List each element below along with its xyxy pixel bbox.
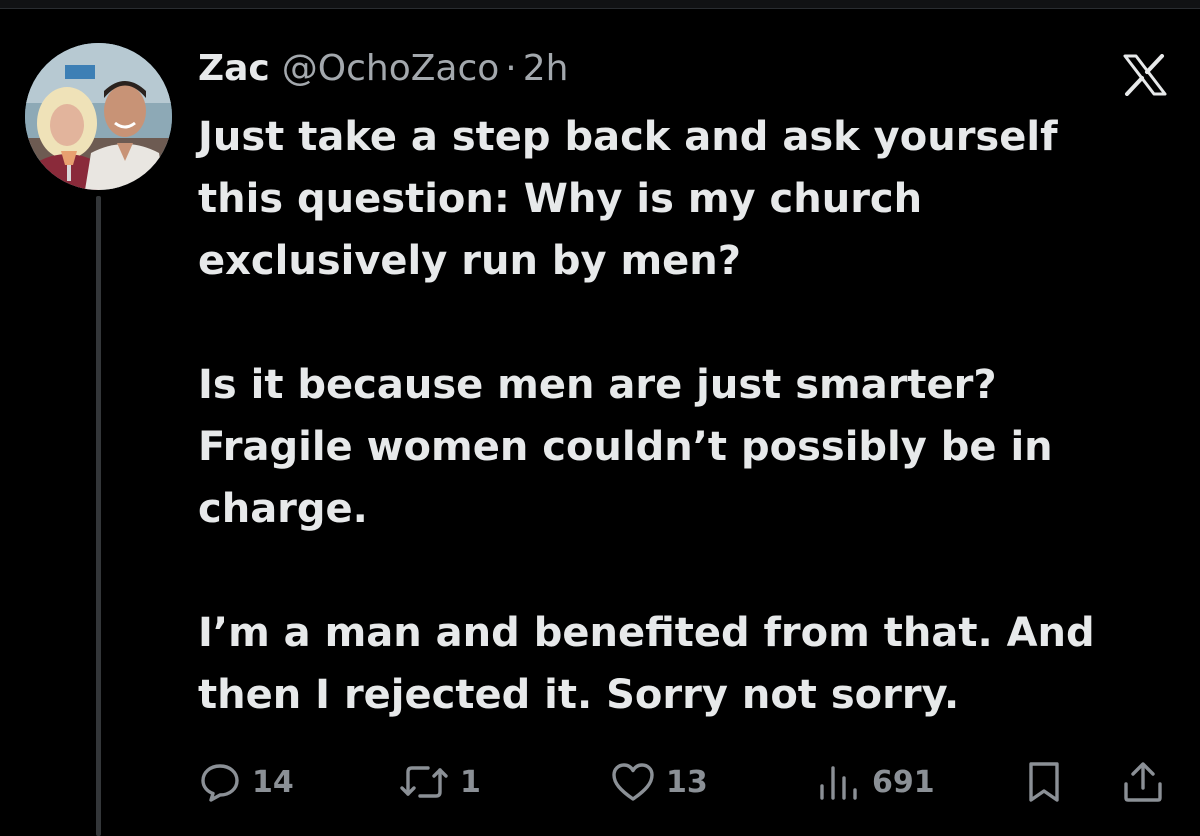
x-logo-icon xyxy=(1123,54,1167,96)
tweet-header: Zac @OchoZaco · 2h xyxy=(198,44,568,94)
like-count: 13 xyxy=(666,764,708,800)
share-button[interactable] xyxy=(1121,752,1165,812)
tweet-paragraph-2: Is it because men are just smarter? Frag… xyxy=(198,362,1053,532)
tweet-text: Just take a step back and ask yourself t… xyxy=(198,106,1158,726)
reply-icon xyxy=(201,764,239,802)
top-border xyxy=(0,0,1200,9)
views-button[interactable]: 691 xyxy=(816,752,935,812)
repost-icon xyxy=(400,766,448,798)
share-icon xyxy=(1124,762,1162,802)
thread-line xyxy=(96,196,101,836)
author-handle[interactable]: @OchoZaco xyxy=(282,44,500,94)
tweet-actions: 14 1 13 691 xyxy=(0,752,1200,812)
avatar-photo xyxy=(25,43,172,190)
tweet-paragraph-3: I’m a man and benefited from that. And t… xyxy=(198,610,1095,718)
bookmark-icon xyxy=(1029,762,1059,802)
heart-icon xyxy=(612,763,654,801)
like-button[interactable]: 13 xyxy=(610,752,708,812)
bookmark-button[interactable] xyxy=(1024,752,1064,812)
tweet-timestamp[interactable]: 2h xyxy=(523,44,569,94)
repost-button[interactable]: 1 xyxy=(398,752,481,812)
repost-count: 1 xyxy=(460,764,481,800)
author-avatar[interactable] xyxy=(25,43,172,190)
views-count: 691 xyxy=(872,764,935,800)
header-separator: · xyxy=(505,48,517,89)
author-display-name[interactable]: Zac xyxy=(198,44,270,94)
reply-count: 14 xyxy=(252,764,294,800)
views-icon xyxy=(820,766,857,800)
tweet-paragraph-1: Just take a step back and ask yourself t… xyxy=(198,114,1058,284)
reply-button[interactable]: 14 xyxy=(198,752,294,812)
